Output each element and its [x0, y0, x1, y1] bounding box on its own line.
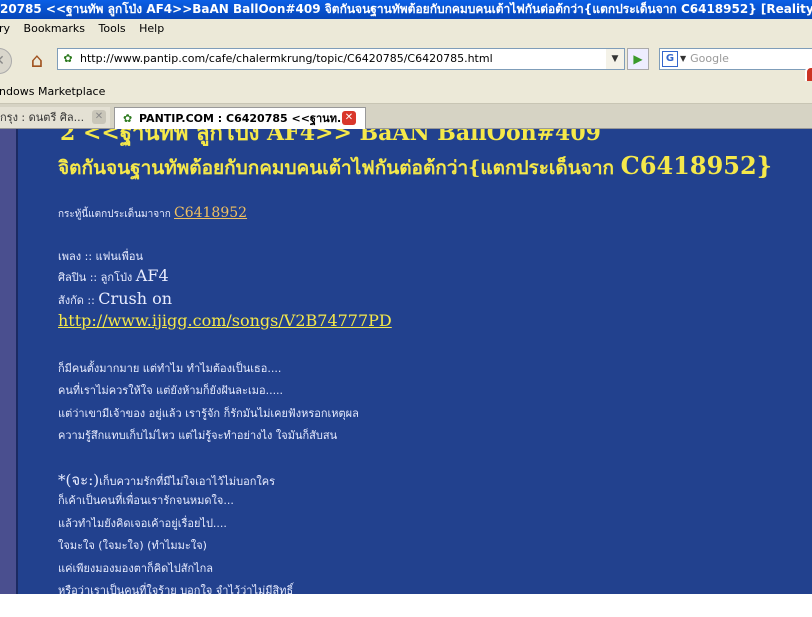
google-icon[interactable]: G	[662, 51, 678, 67]
search-engine-dropdown-icon[interactable]: ▼	[680, 49, 686, 69]
address-dropdown-button[interactable]: ▼	[606, 48, 625, 70]
bookmarks-toolbar: indows Marketplace	[0, 81, 812, 104]
menu-bar: ry Bookmarks Tools Help	[0, 19, 812, 39]
search-input[interactable]: Google	[690, 52, 729, 65]
address-bar[interactable]: ✿ http://www.pantip.com/cafe/chalermkrung…	[57, 48, 607, 70]
album-label: สังกัด ::	[58, 294, 99, 307]
chorus-text: เก็บความรักที่มีไม่ใจเอาไว้ไม่บอกใคร	[99, 475, 276, 488]
lyric-line: ก็เค้าเป็นคนที่เพื่อนเรารักจนหมดใจ...	[58, 494, 234, 507]
source-link[interactable]: C6418952	[174, 205, 247, 221]
navigation-toolbar: ✕ ⌂ ✿ http://www.pantip.com/cafe/chalermk…	[0, 39, 812, 100]
lyric-line: แล้วทำไมยังคิดเจอเค้าอยู่เรื่อยไป....	[58, 517, 227, 530]
lyric-line: คนที่เราไม่ควรให้ใจ แต่ยังห้ามก็ยังฝันละ…	[58, 384, 284, 397]
menu-tools[interactable]: Tools	[99, 19, 126, 39]
song-url-link[interactable]: http://www.ijigg.com/songs/V2B74777PD	[58, 311, 392, 330]
tab-strip: กรุง : ดนตรี ศิล... ✕ ✿ PANTIP.COM : C642…	[0, 104, 812, 129]
address-url[interactable]: http://www.pantip.com/cafe/chalermkrung/…	[80, 52, 493, 65]
window-title-bar: 20785 <<ฐานทัพ ลูกโป่ง AF4>>BaAN BallOon…	[0, 0, 812, 19]
tab-close-icon[interactable]: ✕	[92, 110, 106, 124]
tab-inactive[interactable]: กรุง : ดนตรี ศิล... ✕	[0, 107, 110, 128]
post-title-code: C6418952}	[620, 151, 773, 180]
lyric-line: ก็มีคนตั้งมากมาย แต่ทำไม ทำไมต้องเป็นเธอ…	[58, 362, 282, 375]
tab-label: PANTIP.COM : C6420785 <<ฐานท...	[139, 112, 350, 125]
status-area	[0, 594, 812, 617]
bookmark-item[interactable]: indows Marketplace	[0, 85, 105, 98]
lyric-line: ใจมะใจ (ใจมะใจ) (ทำไมมะใจ)	[58, 539, 207, 552]
menu-history[interactable]: ry	[0, 19, 10, 39]
lyric-line: ความรู้สึกแทบเก็บไม่ไหว แต่ไม่รู้จะทำอย่…	[58, 429, 338, 442]
album-name: Crush on	[98, 289, 173, 308]
home-icon: ⌂	[30, 48, 44, 72]
source-label: กระทู้นี้แตกประเด็นมาจาก	[58, 209, 174, 220]
menu-help[interactable]: Help	[139, 19, 164, 39]
artist-label: ศิลปิน :: ลูกโป่ง	[58, 271, 136, 284]
home-button[interactable]: ⌂	[24, 47, 50, 73]
chorus-mark: *(จะ:)	[58, 471, 100, 489]
go-button[interactable]: ▶	[627, 48, 649, 70]
left-border	[0, 129, 16, 594]
post-title: จิตกันจนฐานทัพต้อยกับกคมบคนเต้าไฟกันต่อต…	[58, 151, 772, 183]
tab-label: กรุง : ดนตรี ศิล...	[0, 111, 85, 124]
play-arrow-icon: ▶	[633, 52, 643, 66]
song-line: เพลง :: แฟนเพื่อน	[58, 250, 144, 263]
tab-active[interactable]: ✿ PANTIP.COM : C6420785 <<ฐานท... ✕	[114, 107, 366, 129]
post-title-cut: 2 <<ฐานทัพ ลูกโป่ง AF4>> BaAN BallOon#40…	[60, 129, 601, 146]
site-favicon-icon: ✿	[123, 112, 133, 125]
artist-line: ศิลปิน :: ลูกโป่ง AF4	[58, 266, 169, 286]
chorus-line: *(จะ:)เก็บความรักที่มีไม่ใจเอาไว้ไม่บอกใ…	[58, 468, 275, 492]
lyric-line: หรือว่าเราเป็นคนที่ใจร้าย บอกใจ จำไว้ว่า…	[58, 584, 294, 594]
menu-bookmarks[interactable]: Bookmarks	[24, 19, 85, 39]
lyric-line: แค่เพียงมองมองตาก็คิดไปสักไกล	[58, 562, 214, 575]
search-box[interactable]: G ▼ Google	[659, 48, 812, 70]
forum-post: 2 <<ฐานทัพ ลูกโป่ง AF4>> BaAN BallOon#40…	[18, 129, 812, 594]
stop-button[interactable]: ✕	[0, 48, 12, 74]
site-favicon-icon: ✿	[63, 52, 73, 65]
song-url-line: http://www.ijigg.com/songs/V2B74777PD	[58, 311, 392, 330]
artist-name: AF4	[135, 266, 169, 285]
chevron-down-icon: ▼	[611, 54, 619, 64]
lyric-line: แต่ว่าเขามีเจ้าของ อยู่แล้ว เรารู้จัก ก็…	[58, 407, 359, 420]
page-content[interactable]: 2 <<ฐานทัพ ลูกโป่ง AF4>> BaAN BallOon#40…	[0, 129, 812, 594]
tab-close-icon[interactable]: ✕	[342, 111, 356, 125]
stop-icon: ✕	[0, 53, 5, 69]
album-line: สังกัด :: Crush on	[58, 289, 172, 309]
post-title-thai: จิตกันจนฐานทัพต้อยกับกคมบคนเต้าไฟกันต่อต…	[58, 157, 621, 179]
source-line: กระทู้นี้แตกประเด็นมาจาก C6418952	[58, 205, 247, 222]
window-title: 20785 <<ฐานทัพ ลูกโป่ง AF4>>BaAN BallOon…	[0, 2, 812, 16]
